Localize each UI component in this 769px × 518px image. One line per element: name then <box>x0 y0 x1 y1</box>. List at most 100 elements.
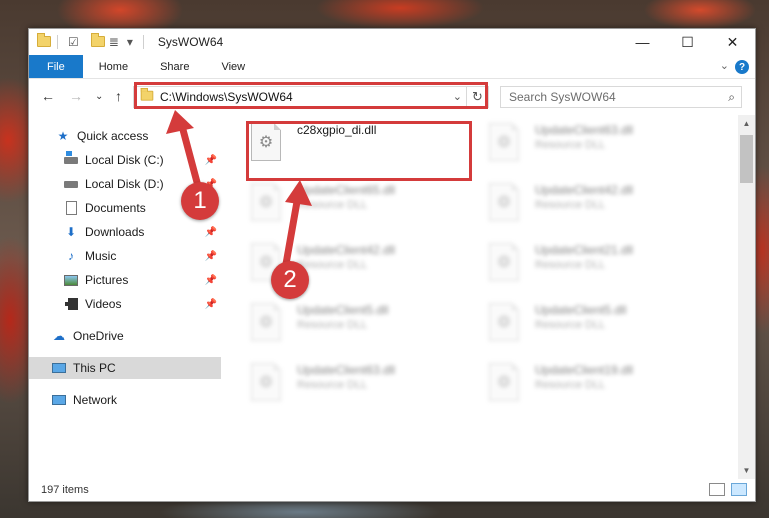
dll-file-icon: ⚙ <box>489 123 519 161</box>
step-1-callout: 1 <box>181 182 219 220</box>
chevron-down-icon[interactable]: ▾ <box>127 35 133 49</box>
search-icon[interactable]: ⌕ <box>728 90 735 105</box>
vertical-scrollbar[interactable]: ▲ ▼ <box>738 115 755 479</box>
file-item[interactable]: ⚙ UpdateClient5.dll Resource DLL <box>463 297 693 347</box>
view-switcher <box>709 483 747 496</box>
pictures-icon <box>63 272 79 288</box>
sidebar-item-quick-access[interactable]: ★ Quick access <box>29 125 221 147</box>
file-name: UpdateClient63.dll <box>535 123 634 137</box>
dll-file-icon: ⚙ <box>489 183 519 221</box>
file-item[interactable]: ⚙ UpdateClient63.dll Resource DLL <box>463 117 693 167</box>
file-name: UpdateClient5.dll <box>297 303 389 317</box>
file-name: UpdateClient42.dll <box>297 243 396 257</box>
download-icon: ⬇ <box>65 225 77 239</box>
sidebar-item-music[interactable]: ♪ Music 📌 <box>29 245 221 267</box>
status-bar: 197 items <box>29 479 755 501</box>
document-icon <box>63 200 79 216</box>
help-icon[interactable]: ? <box>735 60 749 74</box>
file-type: Resource DLL <box>297 199 368 211</box>
refresh-icon[interactable]: ↻ <box>466 87 488 107</box>
tab-file[interactable]: File <box>29 55 83 78</box>
file-item[interactable]: ⚙ UpdateClient42.dll Resource DLL <box>463 177 693 227</box>
window-controls: — ☐ ✕ <box>620 29 755 55</box>
customize-icon[interactable]: ≣ <box>109 35 119 49</box>
file-item[interactable]: ⚙ UpdateClient19.dll Resource DLL <box>463 357 693 407</box>
recent-locations-icon[interactable]: ⌄ <box>95 91 103 102</box>
file-type: Resource DLL <box>535 199 606 211</box>
expand-ribbon-icon[interactable]: ⌄ <box>720 59 729 72</box>
minimize-button[interactable]: — <box>620 29 665 55</box>
pin-icon: 📌 <box>204 274 217 286</box>
folder-icon <box>37 33 51 48</box>
network-icon <box>51 392 67 408</box>
scroll-up-icon[interactable]: ▲ <box>738 115 755 132</box>
file-name: UpdateClient42.dll <box>535 183 634 197</box>
dll-file-icon: ⚙ <box>251 183 281 221</box>
search-input[interactable]: Search SysWOW64 ⌕ <box>500 86 742 108</box>
videos-icon <box>63 296 79 312</box>
file-item[interactable]: ⚙ UpdateClient5.dll Resource DLL <box>225 297 455 347</box>
file-item[interactable]: ⚙ UpdateClient21.dll Resource DLL <box>463 237 693 287</box>
step-2-callout: 2 <box>271 261 309 299</box>
sidebar-item-videos[interactable]: Videos 📌 <box>29 293 221 315</box>
item-count: 197 items <box>41 484 89 496</box>
tab-home[interactable]: Home <box>83 55 144 78</box>
forward-arrow-icon[interactable]: → <box>69 88 83 104</box>
dll-file-icon: ⚙ <box>251 303 281 341</box>
details-view-icon[interactable] <box>709 483 725 496</box>
ribbon-tabs: File Home Share View ⌄ ? <box>29 55 755 79</box>
sidebar-item-local-disk-c[interactable]: Local Disk (C:) 📌 <box>29 149 221 171</box>
sidebar-item-onedrive[interactable]: ☁ OneDrive <box>29 325 221 347</box>
file-list: ⚙ c28xgpio_di.dll ⚙ UpdateClient63.dll R… <box>225 115 737 479</box>
file-explorer-window: ☑ ≣ ▾ SysWOW64 — ☐ ✕ File Home Share Vie… <box>28 28 756 502</box>
pin-icon: 📌 <box>204 298 217 310</box>
tab-view[interactable]: View <box>205 55 261 78</box>
close-button[interactable]: ✕ <box>710 29 755 55</box>
sidebar-item-downloads[interactable]: ⬇ Downloads 📌 <box>29 221 221 243</box>
file-name: UpdateClient21.dll <box>535 243 634 257</box>
pin-icon: 📌 <box>204 250 217 262</box>
file-type: Resource DLL <box>297 319 368 331</box>
scroll-down-icon[interactable]: ▼ <box>738 462 755 479</box>
sidebar-item-network[interactable]: Network <box>29 389 221 411</box>
file-name: UpdateClient63.dll <box>297 363 396 377</box>
file-item[interactable]: ⚙ UpdateClient63.dll Resource DLL <box>225 357 455 407</box>
cloud-icon: ☁ <box>53 329 65 343</box>
file-item-c28xgpio[interactable]: ⚙ c28xgpio_di.dll <box>225 117 455 167</box>
file-item[interactable]: ⚙ UpdateClient42.dll Resource DLL <box>225 237 455 287</box>
file-type: Resource DLL <box>297 379 368 391</box>
navigation-bar: ← → ⌄ ↑ C:\Windows\SysWOW64 ⌄ ↻ Search S… <box>29 79 755 115</box>
back-arrow-icon[interactable]: ← <box>41 88 55 104</box>
file-type: Resource DLL <box>535 139 606 151</box>
up-arrow-icon[interactable]: ↑ <box>115 88 122 104</box>
music-icon: ♪ <box>68 249 74 263</box>
sidebar-item-this-pc[interactable]: This PC <box>29 357 221 379</box>
file-name: UpdateClient65.dll <box>297 183 396 197</box>
dll-file-icon: ⚙ <box>489 303 519 341</box>
window-title: SysWOW64 <box>157 35 224 49</box>
pin-icon: 📌 <box>204 154 217 166</box>
file-name: c28xgpio_di.dll <box>297 123 377 137</box>
new-folder-icon[interactable] <box>90 33 105 48</box>
chevron-down-icon[interactable]: ⌄ <box>453 90 462 103</box>
dll-file-icon: ⚙ <box>251 363 281 401</box>
dll-file-icon: ⚙ <box>489 363 519 401</box>
computer-icon <box>51 360 67 376</box>
large-icons-view-icon[interactable] <box>731 483 747 496</box>
file-type: Resource DLL <box>297 259 368 271</box>
title-bar: ☑ ≣ ▾ SysWOW64 — ☐ ✕ <box>29 29 755 55</box>
tab-share[interactable]: Share <box>144 55 205 78</box>
address-path[interactable]: C:\Windows\SysWOW64 <box>160 90 293 104</box>
properties-icon[interactable]: ☑ <box>68 35 79 49</box>
sidebar-item-pictures[interactable]: Pictures 📌 <box>29 269 221 291</box>
maximize-button[interactable]: ☐ <box>665 29 710 55</box>
pin-icon: 📌 <box>204 226 217 238</box>
address-bar[interactable]: C:\Windows\SysWOW64 ⌄ ↻ <box>133 86 489 108</box>
file-type: Resource DLL <box>535 379 606 391</box>
drive-icon <box>63 176 79 192</box>
file-item[interactable]: ⚙ UpdateClient65.dll Resource DLL <box>225 177 455 227</box>
file-type: Resource DLL <box>535 259 606 271</box>
scrollbar-thumb[interactable] <box>740 135 753 183</box>
search-placeholder: Search SysWOW64 <box>509 90 616 104</box>
file-type: Resource DLL <box>535 319 606 331</box>
